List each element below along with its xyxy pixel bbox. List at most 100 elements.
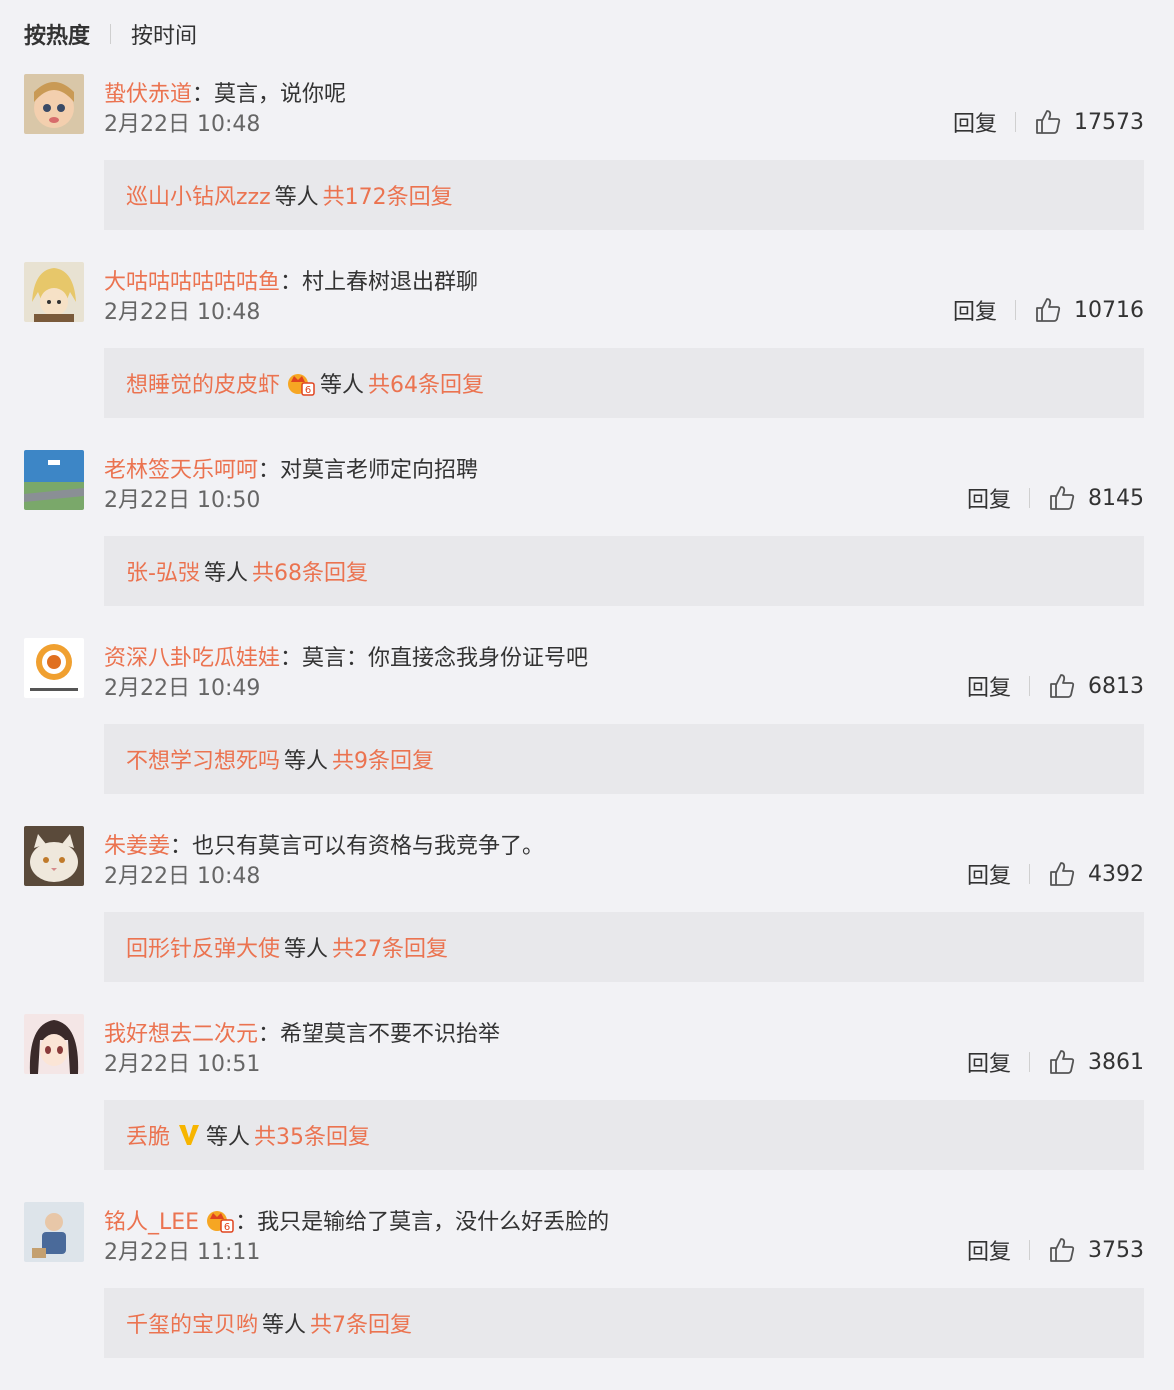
- reply-summary[interactable]: 不想学习想死吗 等人 共9条回复: [104, 724, 1144, 794]
- comment-item: 我好想去二次元 ： 希望莫言不要不识抬举 2月22日 10:51 回复 3861…: [0, 1014, 1174, 1202]
- sort-divider: [110, 24, 112, 44]
- vip-crown-icon: 6: [207, 1211, 234, 1233]
- anime-girl-avatar[interactable]: [24, 1014, 84, 1074]
- reply-button[interactable]: 回复: [967, 482, 1011, 514]
- reply-summary[interactable]: 丢脆 等人 共35条回复: [104, 1100, 1144, 1170]
- landscape-avatar[interactable]: [24, 450, 84, 510]
- reply-username[interactable]: 回形针反弹大使: [126, 931, 280, 963]
- like-count: 4392: [1088, 861, 1144, 887]
- action-divider: [1015, 112, 1016, 132]
- sort-bar: 按热度 按时间: [24, 14, 197, 54]
- comment-actions: 回复 3753: [967, 1234, 1144, 1266]
- comment-time: 2月22日 10:48: [104, 112, 261, 137]
- reply-total-link[interactable]: 共35条回复: [254, 1119, 370, 1151]
- photo-avatar[interactable]: [24, 1202, 84, 1262]
- sort-by-hot-tab[interactable]: 按热度: [24, 18, 90, 50]
- orange-logo-avatar[interactable]: [24, 638, 84, 698]
- reply-button[interactable]: 回复: [967, 1234, 1011, 1266]
- comment-meta: 2月22日 10:48 回复 4392: [104, 856, 1144, 892]
- comment-actions: 回复 3861: [967, 1046, 1144, 1078]
- like-count: 6813: [1088, 673, 1144, 699]
- reply-summary[interactable]: 张-弘弢 等人 共68条回复: [104, 536, 1144, 606]
- like-button[interactable]: 6813: [1048, 672, 1144, 700]
- comment-actions: 回复 17573: [953, 106, 1144, 138]
- reply-username[interactable]: 丢脆: [126, 1119, 170, 1151]
- like-count: 10716: [1074, 297, 1144, 323]
- like-button[interactable]: 3861: [1048, 1048, 1144, 1076]
- reply-mid-text: 等人: [320, 373, 365, 398]
- comment-actions: 回复 6813: [967, 670, 1144, 702]
- action-divider: [1029, 1052, 1030, 1072]
- reply-username[interactable]: 想睡觉的皮皮虾: [126, 367, 280, 399]
- reply-username[interactable]: 巡山小钻风zzz: [126, 179, 271, 211]
- reply-total-link[interactable]: 共7条回复: [310, 1307, 412, 1339]
- comment-meta: 2月22日 10:50 回复 8145: [104, 480, 1144, 516]
- comment-item: 铭人_LEE 6 ： 我只是输给了莫言，没什么好丢脸的 2月22日 11:11 …: [0, 1202, 1174, 1390]
- reply-mid-text: 等人: [206, 1125, 251, 1150]
- comment-meta: 2月22日 11:11 回复 3753: [104, 1232, 1144, 1268]
- comment-meta: 2月22日 10:49 回复 6813: [104, 668, 1144, 704]
- thumbs-up-icon: [1050, 1050, 1075, 1074]
- action-divider: [1029, 1240, 1030, 1260]
- thumbs-up-icon: [1050, 674, 1075, 698]
- reply-button[interactable]: 回复: [967, 858, 1011, 890]
- comment-actions: 回复 4392: [967, 858, 1144, 890]
- reply-summary[interactable]: 回形针反弹大使 等人 共27条回复: [104, 912, 1144, 982]
- comment-actions: 回复 10716: [953, 294, 1144, 326]
- comment-time: 2月22日 10:49: [104, 676, 261, 701]
- reply-mid-text: 等人: [203, 561, 248, 586]
- reply-username[interactable]: 千玺的宝贝哟: [126, 1307, 258, 1339]
- action-divider: [1029, 488, 1030, 508]
- vip-crown-icon: 6: [288, 374, 315, 396]
- reply-mid-text: 等人: [284, 749, 329, 774]
- reply-mid-text: 等人: [274, 185, 319, 210]
- comment-time: 2月22日 10:51: [104, 1052, 261, 1077]
- reply-total-link[interactable]: 共9条回复: [332, 743, 434, 775]
- like-button[interactable]: 8145: [1048, 484, 1144, 512]
- reply-button[interactable]: 回复: [967, 1046, 1011, 1078]
- comment-item: 大咕咕咕咕咕咕鱼 ： 村上春树退出群聊 2月22日 10:48 回复 10716…: [0, 262, 1174, 450]
- comment-time: 2月22日 10:50: [104, 488, 261, 513]
- svg-text:6: 6: [305, 385, 311, 396]
- action-divider: [1029, 864, 1030, 884]
- reply-total-link[interactable]: 共68条回复: [252, 555, 368, 587]
- like-button[interactable]: 3753: [1048, 1236, 1144, 1264]
- like-count: 3753: [1088, 1237, 1144, 1263]
- comment-time: 2月22日 11:11: [104, 1240, 261, 1265]
- reply-button[interactable]: 回复: [953, 294, 997, 326]
- thumbs-up-icon: [1050, 862, 1075, 886]
- verified-v-icon: [179, 1125, 200, 1145]
- action-divider: [1029, 676, 1030, 696]
- comment-item: 朱姜姜 ： 也只有莫言可以有资格与我竞争了。 2月22日 10:48 回复 43…: [0, 826, 1174, 1014]
- reply-button[interactable]: 回复: [967, 670, 1011, 702]
- cat-avatar[interactable]: [24, 826, 84, 886]
- thumbs-up-icon: [1050, 1238, 1075, 1262]
- comment-meta: 2月22日 10:48 回复 10716: [104, 292, 1144, 328]
- action-divider: [1015, 300, 1016, 320]
- sort-by-time-tab[interactable]: 按时间: [131, 18, 197, 50]
- reply-total-link[interactable]: 共64条回复: [368, 367, 484, 399]
- comment-meta: 2月22日 10:51 回复 3861: [104, 1044, 1144, 1080]
- comment-meta: 2月22日 10:48 回复 17573: [104, 104, 1144, 140]
- like-button[interactable]: 10716: [1034, 296, 1144, 324]
- reply-total-link[interactable]: 共172条回复: [323, 179, 453, 211]
- comment-item: 蛰伏赤道 ： 莫言，说你呢 2月22日 10:48 回复 17573 巡山小钻风…: [0, 74, 1174, 262]
- child-face-avatar[interactable]: [24, 74, 84, 134]
- comment-actions: 回复 8145: [967, 482, 1144, 514]
- reply-mid-text: 等人: [262, 1313, 307, 1338]
- like-button[interactable]: 17573: [1034, 108, 1144, 136]
- like-button[interactable]: 4392: [1048, 860, 1144, 888]
- reply-total-link[interactable]: 共27条回复: [332, 931, 448, 963]
- like-count: 3861: [1088, 1049, 1144, 1075]
- reply-username[interactable]: 不想学习想死吗: [126, 743, 280, 775]
- reply-button[interactable]: 回复: [953, 106, 997, 138]
- reply-username[interactable]: 张-弘弢: [126, 555, 200, 587]
- like-count: 17573: [1074, 109, 1144, 135]
- reply-summary[interactable]: 巡山小钻风zzz 等人 共172条回复: [104, 160, 1144, 230]
- comment-time: 2月22日 10:48: [104, 864, 261, 889]
- reply-summary[interactable]: 想睡觉的皮皮虾 6 等人 共64条回复: [104, 348, 1144, 418]
- comment-item: 老林签天乐呵呵 ： 对莫言老师定向招聘 2月22日 10:50 回复 8145 …: [0, 450, 1174, 638]
- comment-time: 2月22日 10:48: [104, 300, 261, 325]
- anime-blond-avatar[interactable]: [24, 262, 84, 322]
- reply-summary[interactable]: 千玺的宝贝哟 等人 共7条回复: [104, 1288, 1144, 1358]
